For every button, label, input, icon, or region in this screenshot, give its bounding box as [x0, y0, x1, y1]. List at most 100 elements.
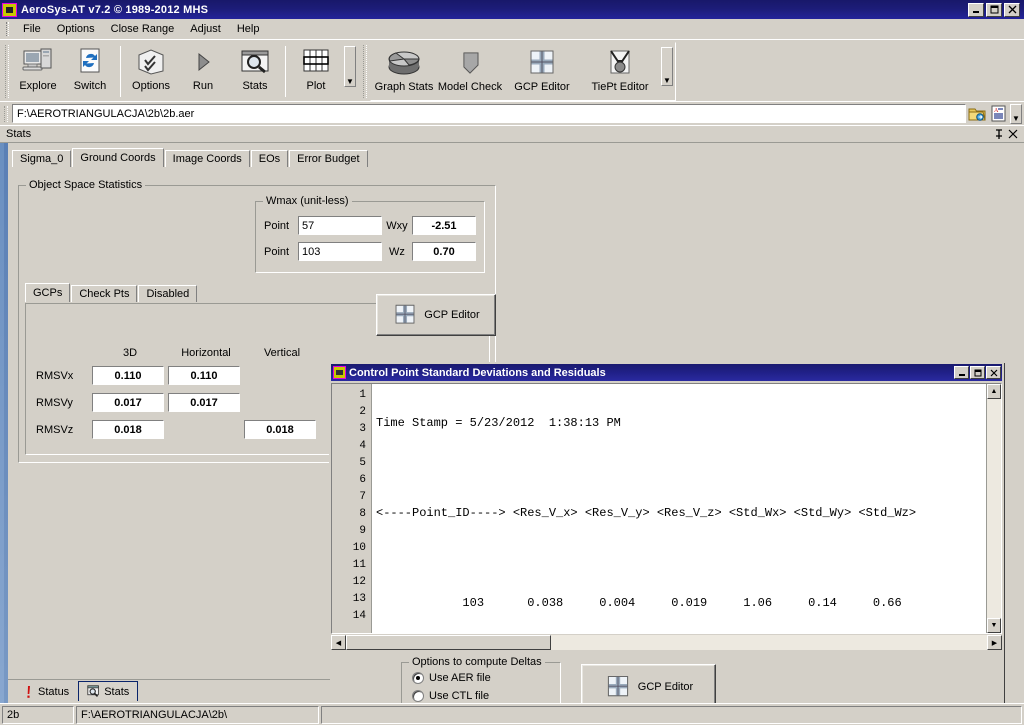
- table-row: RMSVz 0.018 0.018: [36, 416, 336, 443]
- report-close-button[interactable]: [986, 366, 1001, 379]
- toolbar-grip-1[interactable]: [5, 45, 9, 98]
- menu-item-file[interactable]: File: [15, 21, 49, 37]
- dock-close-icon[interactable]: [1008, 129, 1022, 139]
- menu-item-close-range[interactable]: Close Range: [103, 21, 183, 37]
- rmsvz-vertical-field[interactable]: 0.018: [244, 420, 316, 439]
- toolbar-button-run[interactable]: Run: [177, 42, 229, 101]
- rmsvz-3d-field[interactable]: 0.018: [92, 420, 164, 439]
- computer-icon: [22, 46, 54, 78]
- toolbar-button-plot[interactable]: Plot: [290, 42, 342, 101]
- tab-disabled[interactable]: Disabled: [138, 285, 198, 302]
- toolbar-grip-2[interactable]: [363, 45, 367, 98]
- tab-gcps[interactable]: GCPs: [25, 283, 71, 302]
- pin-icon[interactable]: [994, 128, 1008, 140]
- toolbar-overflow-1[interactable]: ▼: [344, 46, 356, 87]
- menu-item-options[interactable]: Options: [49, 21, 103, 37]
- tab-eos[interactable]: EOs: [250, 150, 289, 167]
- report-vertical-scrollbar[interactable]: ▲ ▼: [986, 384, 1001, 633]
- text-report-icon[interactable]: A: [988, 104, 1010, 124]
- toolbar-label-explore: Explore: [19, 80, 57, 92]
- bottom-tab-stats[interactable]: Stats: [78, 681, 139, 701]
- toolbar-label-switch: Switch: [73, 80, 107, 92]
- maximize-button[interactable]: [986, 2, 1002, 17]
- report-line: <----Point_ID----> <Res_V_x> <Res_V_y> <…: [376, 506, 917, 520]
- rmsvy-3d-field[interactable]: 0.017: [92, 393, 164, 412]
- scroll-down-button[interactable]: ▼: [987, 618, 1001, 633]
- gcp-editor-button-stats[interactable]: GCP Editor: [376, 294, 496, 336]
- toolbar-button-explore[interactable]: Explore: [12, 42, 64, 101]
- toolbar-label-graph-stats: Graph Stats: [374, 81, 434, 93]
- grid-plot-icon: [301, 46, 331, 78]
- scroll-right-button[interactable]: ▶: [987, 635, 1002, 650]
- wmax-stat-field-1[interactable]: -2.51: [412, 216, 476, 235]
- open-folder-icon[interactable]: [966, 104, 988, 124]
- radio-use-ctl-file[interactable]: Use CTL file: [412, 690, 560, 702]
- magnifier-window-icon: [87, 685, 100, 698]
- toolbar-button-switch[interactable]: Switch: [64, 42, 116, 101]
- toolbar: Explore Switch Options Run Stats Plot ▼ …: [0, 39, 1024, 101]
- line-number: 3: [359, 423, 366, 435]
- menu-grip[interactable]: [6, 21, 9, 36]
- toolbar-button-model-check[interactable]: Model Check: [437, 43, 503, 100]
- radio-use-aer-file[interactable]: Use AER file: [412, 672, 560, 684]
- tab-error-budget[interactable]: Error Budget: [289, 150, 368, 167]
- scroll-up-button[interactable]: ▲: [987, 384, 1001, 399]
- toolbar-button-stats[interactable]: Stats: [229, 42, 281, 101]
- wmax-point-label-2: Point: [264, 245, 290, 258]
- toolbar-group-main: Explore Switch: [12, 42, 116, 101]
- rmsvx-3d-field[interactable]: 0.110: [92, 366, 164, 385]
- bottom-tab-bar: Status Stats: [8, 679, 330, 701]
- rmsvx-horizontal-field[interactable]: 0.110: [168, 366, 240, 385]
- rms-col-vertical: Vertical: [263, 347, 301, 359]
- wmax-point-field-2[interactable]: 103: [298, 242, 382, 261]
- toolbar-label-plot: Plot: [306, 80, 326, 92]
- path-dropdown-button[interactable]: ▼: [1010, 103, 1022, 124]
- line-number: 8: [359, 508, 366, 520]
- status-bar: 2b F:\AEROTRIANGULACJA\2b\: [0, 703, 1024, 725]
- wmax-point-label-1: Point: [264, 219, 290, 232]
- wmax-point-field-1[interactable]: 57: [298, 216, 382, 235]
- menu-item-help[interactable]: Help: [229, 21, 268, 37]
- wmax-stat-field-2[interactable]: 0.70: [412, 242, 476, 261]
- toolbar-button-tiept-editor[interactable]: TiePt Editor: [581, 43, 659, 100]
- bottom-tab-stats-label: Stats: [104, 685, 130, 698]
- report-maximize-button[interactable]: [970, 366, 985, 379]
- report-minimize-button[interactable]: [954, 366, 969, 379]
- status-path-cell: F:\AEROTRIANGULACJA\2b\: [76, 705, 319, 724]
- gcp-tab-bar: GCPs Check Pts Disabled: [25, 283, 198, 302]
- report-window-controls: [954, 366, 1001, 379]
- tab-check-pts[interactable]: Check Pts: [71, 285, 138, 302]
- report-code-lines[interactable]: Time Stamp = 5/23/2012 1:38:13 PM <----P…: [372, 384, 986, 633]
- report-horizontal-scrollbar[interactable]: ◀ ▶: [331, 635, 1002, 650]
- line-number: 1: [359, 389, 366, 401]
- desktop-strip: [4, 143, 8, 725]
- wmax-stat-label-1: Wxy: [386, 219, 408, 232]
- toolbar-label-run: Run: [192, 80, 214, 92]
- menu-bar: File Options Close Range Adjust Help: [0, 19, 1024, 39]
- crosshair-page-icon: [526, 47, 558, 79]
- report-window-title: Control Point Standard Deviations and Re…: [349, 366, 606, 379]
- crosshair-page-icon: [604, 673, 632, 701]
- toolbar-button-graph-stats[interactable]: Graph Stats: [371, 43, 437, 100]
- rms-col-horizontal: Horizontal: [181, 347, 231, 359]
- toolbar-overflow-2[interactable]: ▼: [661, 47, 673, 86]
- menu-item-adjust[interactable]: Adjust: [182, 21, 229, 37]
- hscroll-thumb[interactable]: [346, 635, 551, 650]
- page-corner-icon: [456, 47, 484, 79]
- bottom-tab-status[interactable]: Status: [14, 681, 79, 701]
- tab-ground-coords[interactable]: Ground Coords: [72, 148, 164, 167]
- scroll-left-button[interactable]: ◀: [331, 635, 346, 650]
- close-button[interactable]: [1004, 2, 1020, 17]
- rmsvy-horizontal-field[interactable]: 0.017: [168, 393, 240, 412]
- report-title-bar: Control Point Standard Deviations and Re…: [331, 364, 1002, 381]
- tab-image-coords[interactable]: Image Coords: [164, 150, 250, 167]
- toolbar-button-gcp-editor[interactable]: GCP Editor: [503, 43, 581, 100]
- minimize-button[interactable]: [968, 2, 984, 17]
- toolbar-button-options[interactable]: Options: [125, 42, 177, 101]
- tab-sigma-0[interactable]: Sigma_0: [12, 150, 72, 167]
- path-grip[interactable]: [4, 105, 8, 122]
- report-text-area[interactable]: 1 2 3 4 5 6 7 8 9 10 11 12 13 14 Time St…: [331, 383, 1002, 634]
- toolbar-separator-2: [285, 46, 286, 97]
- project-path-input[interactable]: F:\AEROTRIANGULACJA\2b\2b.aer: [12, 104, 966, 123]
- rms-table: 3D Horizontal Vertical RMSVx 0.110 0.110…: [36, 344, 336, 443]
